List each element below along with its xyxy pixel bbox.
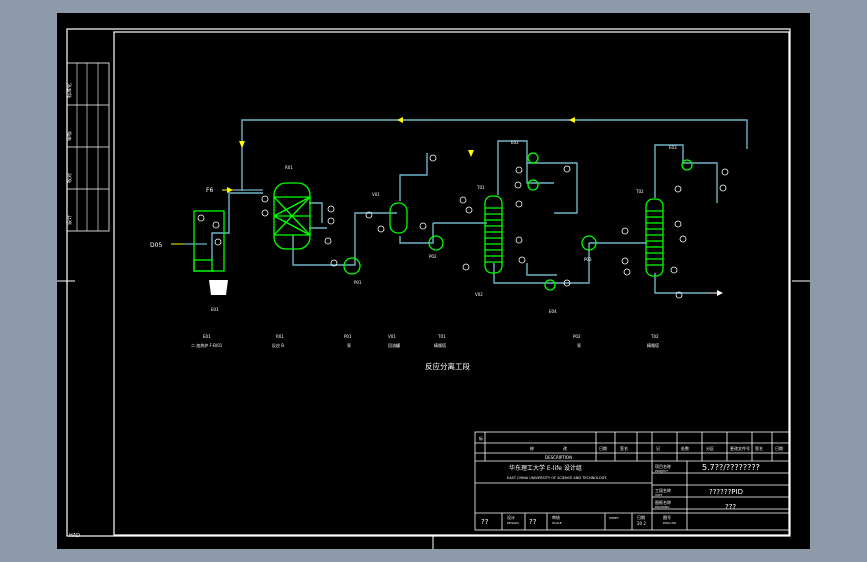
margin-cell-4: 设计 <box>66 215 73 225</box>
condenser-2 <box>527 179 539 191</box>
legend-name-2: 反应 B <box>272 342 284 348</box>
drawing-value: ??? <box>725 503 736 511</box>
check-label: 审核 <box>552 514 560 520</box>
tag-drum: V01 <box>372 192 380 197</box>
legend-name-5: 精馏塔 <box>434 342 446 348</box>
unit-label-en: UNIT <box>655 493 662 497</box>
rev-top-7: 日期 <box>775 445 783 451</box>
tag-pump3: P03 <box>584 257 592 262</box>
legend-tag-4: V01 <box>388 334 396 339</box>
date-label: 日期 <box>637 514 645 520</box>
corner-label: HAD <box>69 533 80 539</box>
design-label-en: DESIGN <box>507 521 519 525</box>
project-label-en: PROJECT <box>655 469 668 473</box>
unit-value: ??????PID <box>709 488 743 496</box>
drawing-sheet: 标准化 审核 校对 设计 F6 D05 E01 R01 V01 P01 T01 … <box>57 13 810 549</box>
date-value: 20 2 <box>637 521 646 526</box>
rev-top-6: 签名 <box>755 445 763 451</box>
equipment-legend: E01 二·加热炉 F-B/01 R01 反应 B P01 泵 V01 回流罐 … <box>191 334 659 348</box>
tag-heater: E01 <box>211 307 219 312</box>
rev-header-1: 修 <box>530 445 534 451</box>
margin-cell-1: 标准化 <box>66 83 73 98</box>
bottom-mid: ?? <box>529 518 537 526</box>
flow-arrows <box>227 117 575 193</box>
sheet-label: SHEET <box>609 516 619 520</box>
tag-pump2: P02 <box>429 254 437 259</box>
feed-label-1: F6 <box>206 187 213 194</box>
draw-no-label: 图号 <box>663 514 671 520</box>
legend-name-4: 回流罐 <box>388 342 400 348</box>
rev-header-2: 改 <box>563 445 567 451</box>
scale-label: SCALE <box>552 521 562 525</box>
tag-cond2: E03 <box>669 145 677 150</box>
tag-cond1: E02 <box>511 140 519 145</box>
design-label: 设计 <box>507 514 515 520</box>
left-margin-table: 标准化 审核 校对 设计 <box>66 62 110 232</box>
description-label: DESCRIPTION <box>545 455 572 460</box>
tag-column2: T02 <box>635 189 644 194</box>
legend-tag-6: P02 <box>573 334 581 339</box>
tag-tank: V02 <box>475 292 483 297</box>
condenser-1 <box>527 152 539 164</box>
condenser-3 <box>681 159 693 171</box>
pid-drawing: 标准化 审核 校对 设计 F6 D05 E01 R01 V01 P01 T01 … <box>57 28 810 549</box>
tag-column1: T01 <box>476 185 485 190</box>
rev-mark: 标 <box>479 435 483 441</box>
tag-reactor: R01 <box>285 165 293 170</box>
tag-reboiler: E04 <box>549 309 557 314</box>
legend-tag-5: T01 <box>437 334 446 339</box>
feed-label-2: D05 <box>150 242 162 249</box>
margin-cell-3: 校对 <box>66 173 73 183</box>
tag-pump1: P01 <box>354 280 362 285</box>
drum-vessel <box>389 202 408 234</box>
reboiler <box>544 279 556 291</box>
school-name-en: EAST CHINA UNIVERSITY OF SCIENCE AND TEC… <box>507 476 607 480</box>
project-value: 5.7??/???????? <box>702 463 760 472</box>
legend-tag-7: T02 <box>650 334 659 339</box>
pump-1 <box>343 257 361 275</box>
legend-name-1: 二·加热炉 F-B/01 <box>191 342 223 348</box>
rev-top-3: 处数 <box>681 445 689 451</box>
furnace-stack <box>209 280 228 295</box>
margin-cell-2: 审核 <box>66 131 73 141</box>
legend-name-7: 精馏塔 <box>647 342 659 348</box>
drawing-caption: 反应分离工段 <box>425 361 470 371</box>
legend-tag-3: P01 <box>344 334 352 339</box>
bottom-left: ?? <box>481 518 489 526</box>
rev-top-5: 更改文件号 <box>730 445 750 451</box>
instruments <box>197 154 729 299</box>
rev-top-4: 分区 <box>706 445 714 451</box>
draw-no-label-en: DWG NO <box>663 521 677 525</box>
rev-header-3: 日期 <box>599 445 607 451</box>
legend-tag-2: R01 <box>276 334 284 339</box>
legend-tag-1: E01 <box>203 334 211 339</box>
legend-name-3: 泵 <box>347 343 351 348</box>
rev-top-2: 记 <box>656 445 660 451</box>
legend-name-6: 泵 <box>577 343 581 348</box>
outer-frame <box>66 28 791 537</box>
school-name: 华东理工大学 E-life 设计组 <box>509 464 582 472</box>
equipment <box>193 152 693 291</box>
rev-header-4: 签名 <box>620 445 628 451</box>
drawing-label-en: DRAWING <box>655 505 670 509</box>
